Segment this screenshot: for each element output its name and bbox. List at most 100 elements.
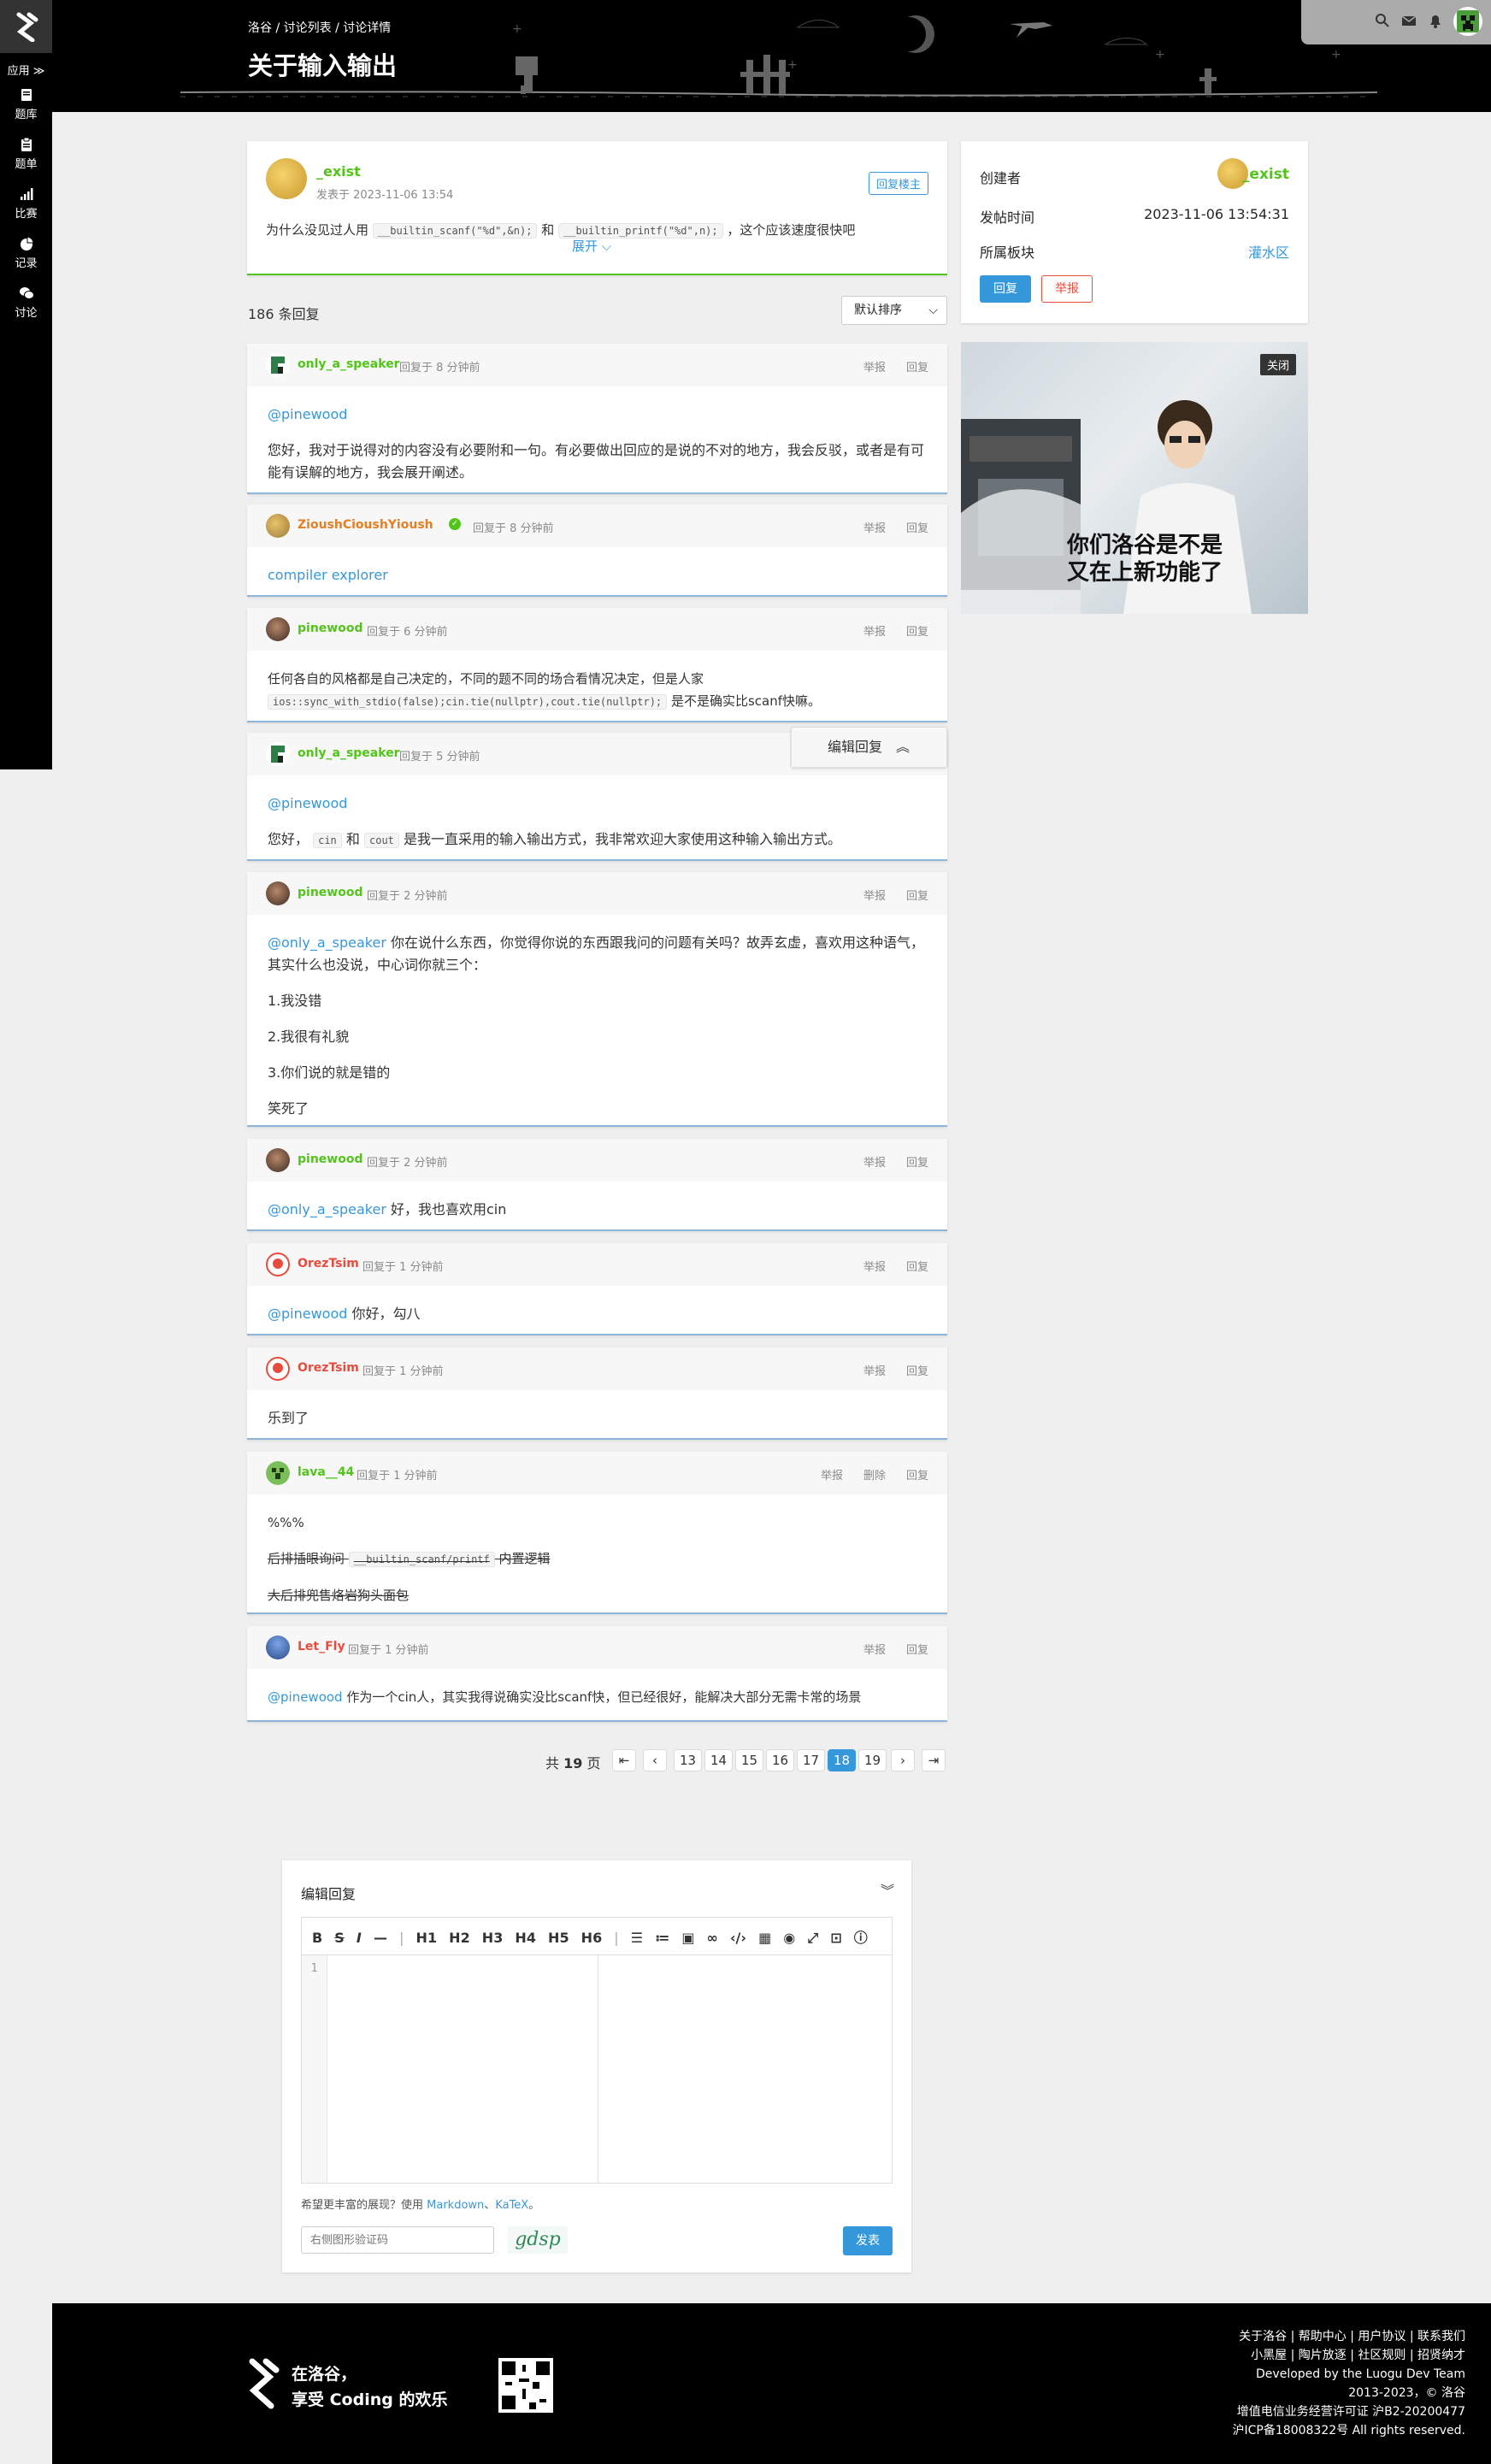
post-author-avatar[interactable] bbox=[266, 158, 307, 199]
bold-button[interactable]: B bbox=[312, 1930, 322, 1946]
footer-icp[interactable]: 增值电信业务经营许可证 沪B2-20200477 bbox=[1233, 2402, 1465, 2421]
page-button[interactable]: 19 bbox=[858, 1749, 887, 1771]
mention-link[interactable]: @pinewood bbox=[268, 1306, 347, 1322]
mention-link[interactable]: @only_a_speaker bbox=[268, 1201, 386, 1217]
creator-name[interactable]: _exist bbox=[1242, 166, 1289, 183]
last-page-button[interactable]: ⇥ bbox=[922, 1749, 946, 1771]
reply-username[interactable]: lava__44 bbox=[298, 1465, 354, 1479]
submit-button[interactable]: 发表 bbox=[843, 2226, 893, 2255]
delete-link[interactable]: 删除 bbox=[863, 1470, 886, 1483]
prev-page-button[interactable]: ‹ bbox=[643, 1749, 667, 1771]
reply-username[interactable]: ZioushCioushYioush bbox=[298, 518, 433, 532]
breadcrumb[interactable]: 洛谷 / 讨论列表 / 讨论详情 bbox=[248, 19, 391, 36]
info-icon[interactable]: ⓘ bbox=[854, 1926, 868, 1947]
page-button[interactable]: 16 bbox=[766, 1749, 795, 1771]
strikethrough-button[interactable]: S bbox=[334, 1930, 345, 1946]
double-chevron-down-icon[interactable]: ︾ bbox=[881, 1879, 894, 1900]
page-button[interactable]: 17 bbox=[797, 1749, 826, 1771]
reply-username[interactable]: pinewood bbox=[298, 886, 362, 899]
first-page-button[interactable]: ⇤ bbox=[612, 1749, 636, 1771]
reply-avatar[interactable] bbox=[266, 514, 290, 538]
footer-links[interactable]: 小黑屋 | 陶片放逐 | 社区规则 | 招贤纳才 bbox=[1233, 2346, 1465, 2365]
sort-select[interactable]: 默认排序 ⌵ bbox=[841, 296, 947, 325]
reply-username[interactable]: Let_Fly bbox=[298, 1640, 345, 1653]
sidebar-item-discuss[interactable]: 讨论 bbox=[0, 286, 52, 320]
fullscreen-icon[interactable]: ⤢ bbox=[807, 1930, 818, 1947]
page-button[interactable]: 15 bbox=[735, 1749, 764, 1771]
report-link[interactable]: 举报 bbox=[821, 1470, 843, 1483]
reply-link[interactable]: 回复 bbox=[906, 522, 928, 535]
reply-link[interactable]: 回复 bbox=[906, 1261, 928, 1274]
italic-button[interactable]: I bbox=[357, 1930, 362, 1946]
reply-link[interactable]: 回复 bbox=[906, 890, 928, 903]
katex-link[interactable]: KaTeX bbox=[495, 2199, 528, 2212]
h3-button[interactable]: H3 bbox=[482, 1930, 504, 1946]
reply-avatar[interactable] bbox=[266, 1461, 290, 1485]
bell-icon[interactable] bbox=[1427, 12, 1444, 29]
search-icon[interactable] bbox=[1374, 12, 1391, 29]
ordered-list-icon[interactable]: ≔ bbox=[655, 1930, 669, 1946]
h4-button[interactable]: H4 bbox=[515, 1930, 536, 1946]
mail-icon[interactable] bbox=[1400, 12, 1417, 29]
h5-button[interactable]: H5 bbox=[548, 1930, 569, 1946]
next-page-button[interactable]: › bbox=[891, 1749, 915, 1771]
lock-icon[interactable]: ⊡ bbox=[830, 1930, 841, 1946]
reply-avatar[interactable] bbox=[266, 881, 290, 905]
reply-link[interactable]: 回复 bbox=[906, 1470, 928, 1483]
luogu-logo[interactable] bbox=[0, 0, 52, 53]
reply-link[interactable]: 回复 bbox=[906, 1157, 928, 1170]
ad-close-button[interactable]: 关闭 bbox=[1259, 354, 1296, 375]
code-icon[interactable]: ‹/› bbox=[730, 1930, 746, 1946]
reply-avatar[interactable] bbox=[266, 1636, 290, 1659]
edit-reply-float-button[interactable]: 编辑回复 ︽ bbox=[791, 727, 947, 768]
page-button[interactable]: 14 bbox=[704, 1749, 734, 1771]
mention-link[interactable]: @pinewood bbox=[268, 406, 347, 422]
markdown-input[interactable] bbox=[328, 1955, 597, 2183]
report-link[interactable]: 举报 bbox=[863, 1157, 886, 1170]
apps-menu[interactable]: 应用 ≫ bbox=[0, 62, 52, 78]
reply-avatar[interactable] bbox=[266, 1148, 290, 1172]
mention-link[interactable]: @pinewood bbox=[268, 1689, 343, 1705]
reply-avatar[interactable] bbox=[266, 742, 290, 766]
reply-username[interactable]: only_a_speaker bbox=[298, 357, 400, 371]
h1-button[interactable]: H1 bbox=[416, 1930, 438, 1946]
reply-avatar[interactable] bbox=[266, 1357, 290, 1381]
footer-links[interactable]: 关于洛谷 | 帮助中心 | 用户协议 | 联系我们 bbox=[1233, 2327, 1465, 2346]
report-link[interactable]: 举报 bbox=[863, 1261, 886, 1274]
h2-button[interactable]: H2 bbox=[449, 1930, 470, 1946]
sidebar-item-problem-lists[interactable]: 题单 bbox=[0, 137, 52, 171]
unordered-list-icon[interactable]: ☰ bbox=[631, 1930, 643, 1946]
reply-username[interactable]: pinewood bbox=[298, 1152, 362, 1166]
reply-link[interactable]: 回复 bbox=[906, 1644, 928, 1657]
sidebar-item-records[interactable]: 记录 bbox=[0, 236, 52, 270]
captcha-input[interactable] bbox=[301, 2226, 494, 2254]
h6-button[interactable]: H6 bbox=[581, 1930, 603, 1946]
markdown-link[interactable]: Markdown bbox=[427, 2199, 484, 2212]
reply-username[interactable]: pinewood bbox=[298, 622, 362, 635]
post-author-name[interactable]: _exist bbox=[316, 163, 361, 180]
sidebar-item-contests[interactable]: 比赛 bbox=[0, 186, 52, 221]
report-link[interactable]: 举报 bbox=[863, 1644, 886, 1657]
page-button[interactable]: 13 bbox=[674, 1749, 703, 1771]
image-icon[interactable]: ▣ bbox=[681, 1930, 694, 1946]
report-link[interactable]: 举报 bbox=[863, 1365, 886, 1378]
table-icon[interactable]: ▦ bbox=[758, 1930, 771, 1946]
page-button-current[interactable]: 18 bbox=[828, 1749, 857, 1771]
reply-username[interactable]: OrezTsim bbox=[298, 1257, 359, 1270]
reply-link[interactable]: 回复 bbox=[906, 362, 928, 374]
ad-banner[interactable]: 关闭 你们洛谷是不是 又在上新功能了 bbox=[961, 342, 1308, 614]
reply-username[interactable]: OrezTsim bbox=[298, 1361, 359, 1375]
reply-to-op-button[interactable]: 回复楼主 bbox=[868, 172, 928, 195]
report-link[interactable]: 举报 bbox=[863, 522, 886, 535]
link-icon[interactable]: ∞ bbox=[707, 1930, 718, 1946]
hr-button[interactable]: — bbox=[374, 1930, 387, 1946]
reply-button[interactable]: 回复 bbox=[980, 275, 1031, 303]
preview-eye-icon[interactable]: ◉ bbox=[783, 1930, 795, 1946]
reply-avatar[interactable] bbox=[266, 1253, 290, 1276]
reply-link[interactable]: 回复 bbox=[906, 1365, 928, 1378]
mention-link[interactable]: @pinewood bbox=[268, 795, 347, 811]
captcha-image[interactable]: gdsp bbox=[508, 2226, 568, 2254]
board-link[interactable]: 灌水区 bbox=[1248, 241, 1289, 262]
reply-avatar[interactable] bbox=[266, 353, 290, 377]
sidebar-item-problems[interactable]: 题库 bbox=[0, 87, 52, 121]
